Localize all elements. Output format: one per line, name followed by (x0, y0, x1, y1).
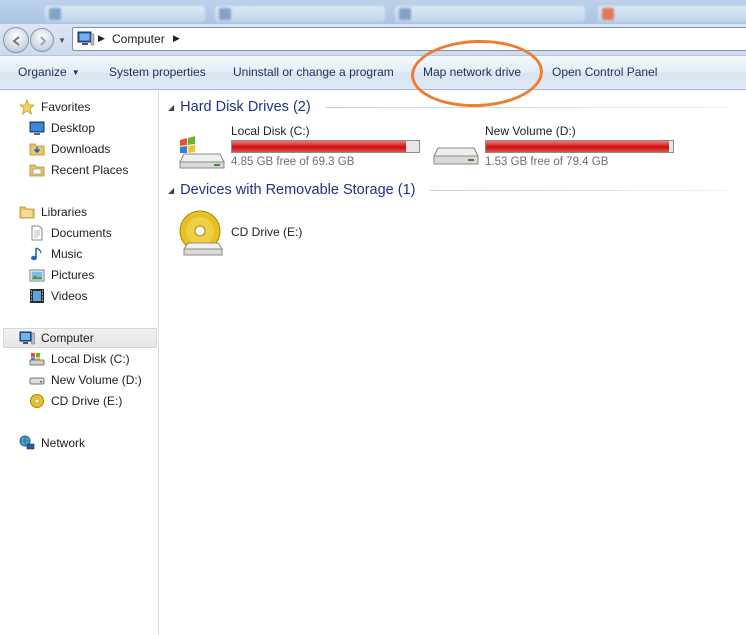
nav-new-volume[interactable]: New Volume (D:) (29, 370, 142, 390)
forward-button[interactable] (30, 28, 54, 52)
nav-new-volume-label: New Volume (D:) (51, 373, 142, 387)
collapse-chevron-icon: ◢ (168, 102, 175, 112)
blurred-tab (395, 6, 585, 22)
command-bar: Organize ▼ System properties Uninstall or… (0, 56, 746, 90)
organize-menu[interactable]: Organize ▼ (18, 65, 80, 79)
browser-tab-strip (0, 0, 746, 26)
libraries-icon (19, 206, 35, 219)
content-pane: ◢ Hard Disk Drives (2) Local Disk (C:) 4… (160, 91, 746, 635)
drive-new-volume-d[interactable]: New Volume (D:) 1.53 GB free of 79.4 GB (432, 124, 682, 174)
nav-videos[interactable]: Videos (29, 286, 87, 306)
explorer-window: ▼ ▶ Computer ▶ Organize ▼ System properti… (0, 0, 746, 635)
chevron-down-icon: ▼ (71, 68, 80, 77)
drive-local-disk-c[interactable]: Local Disk (C:) 4.85 GB free of 69.3 GB (178, 124, 420, 174)
collapse-chevron-icon: ◢ (168, 185, 175, 195)
group-header-removable-storage[interactable]: ◢ Devices with Removable Storage (1) (168, 180, 415, 200)
drive-free-space: 4.85 GB free of 69.3 GB (231, 156, 355, 168)
drive-usage-bar (231, 140, 420, 153)
nav-cd-drive-label: CD Drive (E:) (51, 394, 123, 408)
nav-favorites-label: Favorites (41, 100, 91, 114)
nav-pictures-label: Pictures (51, 268, 95, 282)
nav-libraries[interactable]: Libraries (19, 202, 87, 222)
drive-name: Local Disk (C:) (231, 124, 310, 138)
drive-name: CD Drive (E:) (231, 225, 303, 239)
nav-computer[interactable]: Computer (3, 328, 157, 348)
uninstall-program-button[interactable]: Uninstall or change a program (233, 65, 394, 79)
nav-music-label: Music (51, 247, 83, 261)
computer-icon (77, 31, 95, 46)
drive-usage-fill (486, 141, 670, 152)
nav-libraries-label: Libraries (41, 205, 88, 219)
computer-icon (19, 331, 35, 345)
cd-drive-icon (179, 210, 223, 256)
hard-drive-icon (433, 147, 479, 165)
drive-usage-fill (232, 141, 406, 152)
nav-cd-drive[interactable]: CD Drive (E:) (29, 391, 122, 411)
nav-documents[interactable]: Documents (29, 223, 112, 243)
breadcrumb-computer[interactable]: Computer (112, 32, 165, 46)
star-icon (19, 99, 35, 115)
documents-icon (31, 225, 43, 241)
map-network-drive-button[interactable]: Map network drive (423, 65, 521, 79)
nav-local-disk-label: Local Disk (C:) (51, 352, 130, 366)
drive-usage-bar (485, 140, 674, 153)
nav-downloads-label: Downloads (51, 142, 111, 156)
music-note-icon (31, 247, 42, 261)
nav-videos-label: Videos (51, 289, 88, 303)
breadcrumb-separator-icon[interactable]: ▶ (98, 33, 105, 44)
blurred-tab (598, 6, 746, 22)
desktop-icon (29, 121, 45, 135)
group-divider (430, 190, 726, 191)
navigation-pane: Favorites Desktop Downloads Recent Place… (0, 91, 159, 635)
blurred-tab (215, 6, 385, 22)
drive-cd-drive-e[interactable]: CD Drive (E:) (178, 209, 338, 259)
drive-name: New Volume (D:) (485, 124, 576, 138)
back-button[interactable] (3, 27, 29, 53)
group-header-hard-disk-drives[interactable]: ◢ Hard Disk Drives (2) (168, 97, 311, 117)
cd-drive-icon (30, 394, 44, 408)
back-arrow-icon (12, 36, 20, 46)
address-bar[interactable]: ▶ Computer ▶ (72, 27, 746, 51)
system-properties-button[interactable]: System properties (109, 65, 206, 79)
forward-arrow-icon (40, 36, 47, 46)
nav-network-label: Network (41, 436, 86, 450)
nav-downloads[interactable]: Downloads (29, 139, 110, 159)
nav-local-disk[interactable]: Local Disk (C:) (29, 349, 130, 369)
nav-network[interactable]: Network (19, 433, 85, 453)
drive-free-space: 1.53 GB free of 79.4 GB (485, 156, 609, 168)
group-divider (326, 107, 726, 108)
address-row: ▼ ▶ Computer ▶ (0, 24, 746, 56)
nav-pictures[interactable]: Pictures (29, 265, 94, 285)
nav-recent-places[interactable]: Recent Places (29, 160, 128, 180)
recent-pages-dropdown-icon[interactable]: ▼ (58, 36, 66, 45)
breadcrumb-separator-icon[interactable]: ▶ (173, 33, 180, 44)
nav-documents-label: Documents (51, 226, 112, 240)
nav-computer-label: Computer (41, 331, 94, 345)
windows-drive-icon (29, 353, 45, 366)
open-control-panel-button[interactable]: Open Control Panel (552, 65, 657, 79)
videos-filmstrip-icon (30, 289, 44, 303)
nav-desktop[interactable]: Desktop (29, 118, 95, 138)
group-title: Hard Disk Drives (2) (180, 99, 311, 115)
organize-label: Organize (18, 65, 67, 79)
group-title: Devices with Removable Storage (1) (180, 182, 416, 198)
network-globe-icon (19, 435, 35, 450)
pictures-icon (29, 269, 45, 282)
blurred-tab (45, 6, 205, 22)
nav-recent-places-label: Recent Places (51, 163, 129, 177)
downloads-folder-icon (29, 143, 45, 156)
recent-places-icon (29, 164, 45, 177)
nav-music[interactable]: Music (29, 244, 82, 264)
nav-favorites[interactable]: Favorites (19, 97, 90, 117)
nav-desktop-label: Desktop (51, 121, 96, 135)
windows-drive-icon (179, 136, 225, 169)
hard-drive-icon (29, 377, 45, 385)
